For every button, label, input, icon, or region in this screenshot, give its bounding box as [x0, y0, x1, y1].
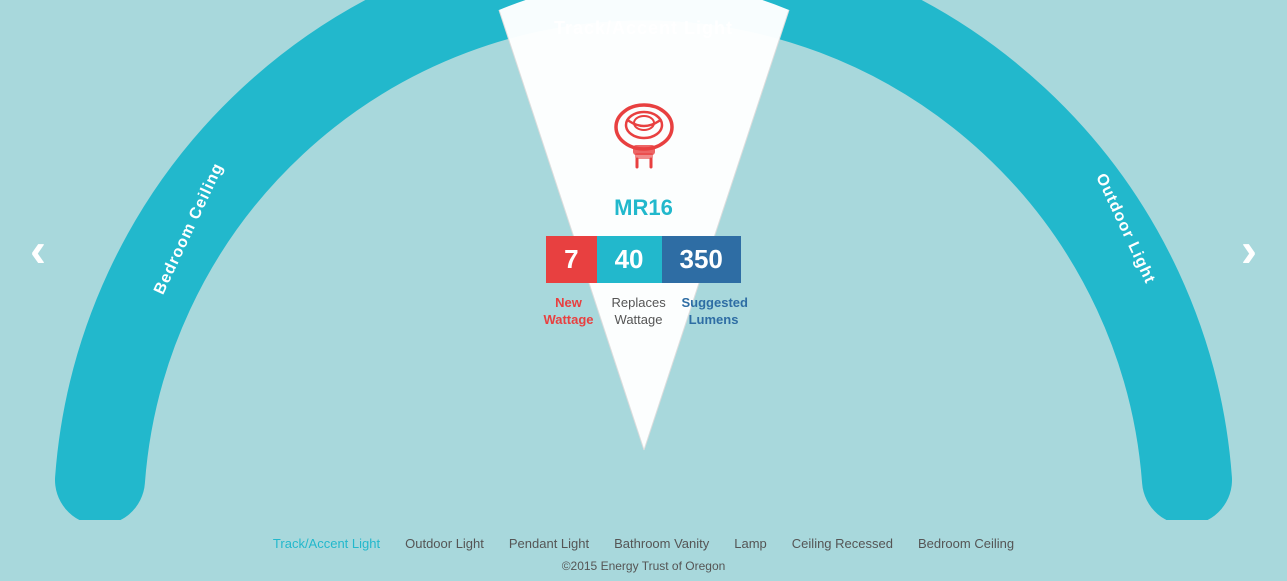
stat-new-wattage: 7 [546, 236, 596, 283]
stats-row: 7 40 350 [504, 236, 784, 283]
nav-link-outdoor[interactable]: Outdoor Light [405, 536, 484, 551]
nav-arrow-right[interactable]: › [1241, 223, 1257, 278]
nav-arrow-left[interactable]: ‹ [30, 223, 46, 278]
stat-label-new: NewWattage [534, 295, 604, 329]
bottom-nav: Track/Accent Light Outdoor Light Pendant… [273, 536, 1014, 551]
stat-labels: NewWattage ReplacesWattage SuggestedLume… [504, 295, 784, 329]
nav-link-bedroom-ceiling[interactable]: Bedroom Ceiling [918, 536, 1014, 551]
nav-link-ceiling-recessed[interactable]: Ceiling Recessed [792, 536, 893, 551]
bulb-icon [599, 95, 689, 185]
copyright: ©2015 Energy Trust of Oregon [562, 559, 726, 573]
nav-link-lamp[interactable]: Lamp [734, 536, 767, 551]
stat-label-lumens: SuggestedLumens [674, 295, 754, 329]
stat-suggested-lumens: 350 [662, 236, 741, 283]
nav-link-track-accent[interactable]: Track/Accent Light [273, 536, 380, 551]
nav-link-bathroom-vanity[interactable]: Bathroom Vanity [614, 536, 709, 551]
bulb-name: MR16 [504, 195, 784, 221]
nav-link-pendant[interactable]: Pendant Light [509, 536, 589, 551]
stat-label-replaces: ReplacesWattage [604, 295, 674, 329]
arc-top-label: Track/Accent Light [554, 18, 733, 39]
stat-replaces-wattage: 40 [597, 236, 662, 283]
wedge-content: MR16 7 40 350 NewWattage ReplacesWattage… [504, 95, 784, 329]
